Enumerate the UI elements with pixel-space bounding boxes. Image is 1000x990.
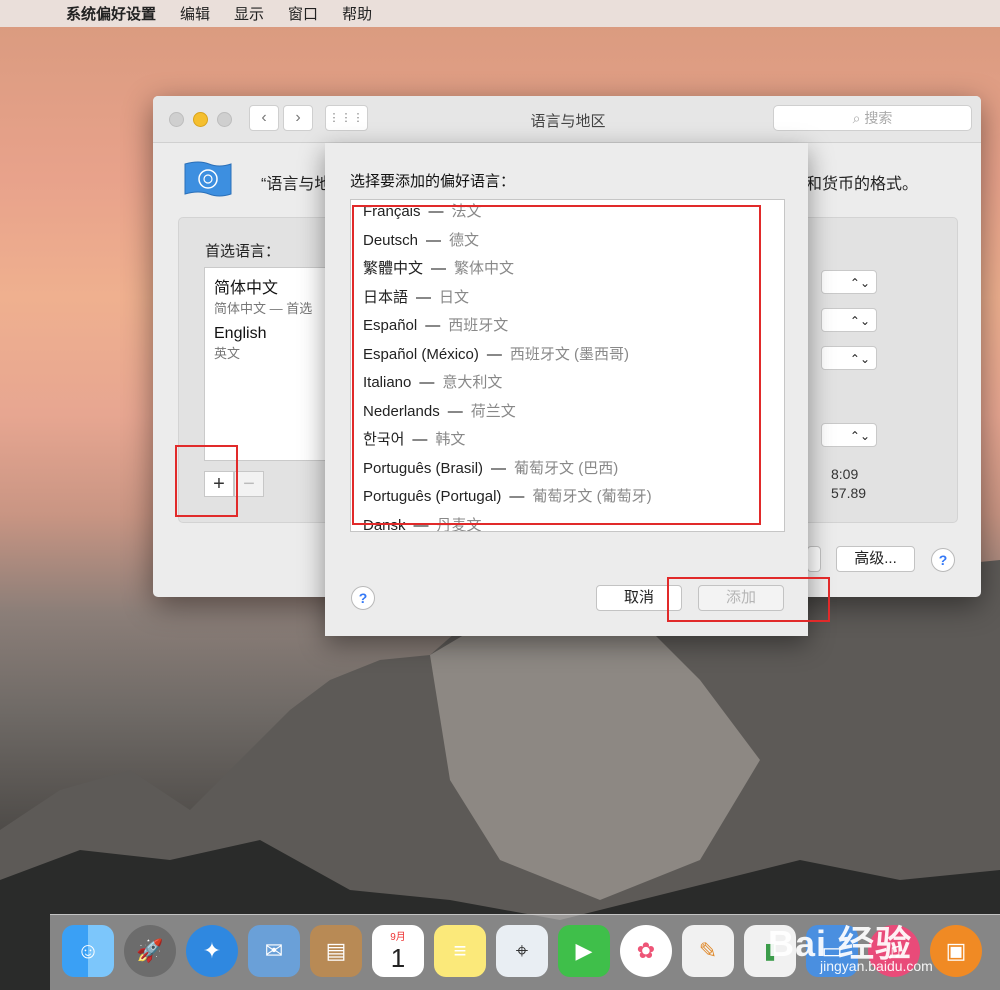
chevron-right-icon: › [295, 109, 301, 126]
description-text-end: 和货币的格式。 [806, 176, 919, 193]
back-button[interactable]: ‹ [249, 105, 279, 131]
close-window-button[interactable] [169, 112, 184, 127]
description-text: “语言与地 [261, 176, 331, 193]
preferred-languages-label: 首选语言： [205, 243, 281, 260]
minimize-window-button[interactable] [193, 112, 208, 127]
menu-app-name[interactable]: 系统偏好设置 [66, 3, 156, 24]
menu-edit[interactable]: 编辑 [180, 3, 210, 24]
grid-icon: ⋮⋮⋮ [328, 112, 365, 124]
forward-button[interactable]: › [283, 105, 313, 131]
menu-bar: 系统偏好设置 编辑 显示 窗口 帮助 [0, 0, 1000, 27]
photos-icon[interactable]: ✿ [620, 925, 672, 977]
show-all-button[interactable]: ⋮⋮⋮ [325, 105, 368, 131]
first-day-popup[interactable]: ⌃⌄ [821, 308, 877, 332]
language-subtitle: 英文 [214, 346, 241, 361]
calendar-icon[interactable]: 9月 1 [372, 925, 424, 977]
title-bar: ‹ › ⋮⋮⋮ 语言与地区 ⌕ 搜索 [153, 96, 981, 143]
time-format-preview: 8:09 [831, 466, 859, 482]
maps-icon[interactable]: ⌖ [496, 925, 548, 977]
language-name: English [214, 325, 267, 342]
contacts-icon[interactable]: ▤ [310, 925, 362, 977]
language-name: 简体中文 [214, 280, 279, 297]
chevron-updown-icon: ⌃⌄ [849, 429, 870, 443]
chevron-updown-icon: ⌃⌄ [849, 352, 870, 366]
remove-language-button[interactable]: − [234, 471, 264, 497]
chevron-updown-icon: ⌃⌄ [849, 314, 870, 328]
calendar-month: 9月 [390, 932, 406, 943]
advanced-button[interactable]: 高级... [836, 546, 915, 572]
partial-button[interactable] [807, 546, 821, 572]
sheet-help-button[interactable]: ? [351, 586, 375, 610]
un-flag-icon [184, 161, 232, 197]
sheet-title: 选择要添加的偏好语言： [350, 173, 516, 190]
watermark-url: jingyan.baidu.com [820, 958, 933, 974]
chevron-left-icon: ‹ [261, 109, 267, 126]
help-button[interactable]: ? [931, 548, 955, 572]
menu-help[interactable]: 帮助 [342, 3, 372, 24]
list-item[interactable]: 简体中文 简体中文 — 首选 [205, 268, 345, 319]
search-icon: ⌕ [852, 110, 861, 126]
list-sort-popup[interactable]: ⌃⌄ [821, 423, 877, 447]
zoom-window-button[interactable] [217, 112, 232, 127]
baidu-watermark: Bai 经验 jingyan.baidu.com [760, 910, 1000, 980]
window-title: 语言与地区 [530, 113, 606, 130]
mail-icon[interactable]: ✉ [248, 925, 300, 977]
calendar-popup[interactable]: ⌃⌄ [821, 346, 877, 370]
highlight-confirm-button [667, 577, 830, 622]
pages-icon[interactable]: ✎ [682, 925, 734, 977]
highlight-language-list [352, 205, 761, 525]
menu-view[interactable]: 显示 [234, 3, 264, 24]
search-field[interactable]: ⌕ 搜索 [773, 105, 972, 131]
list-item[interactable]: English 英文 [205, 319, 345, 364]
launchpad-icon[interactable]: 🚀 [124, 925, 176, 977]
language-subtitle: 简体中文 — 首选 [214, 301, 313, 316]
notes-icon[interactable]: ≡ [434, 925, 486, 977]
search-placeholder: 搜索 [864, 110, 893, 126]
highlight-add-button [175, 445, 238, 517]
menu-window[interactable]: 窗口 [288, 3, 318, 24]
safari-icon[interactable]: ✦ [186, 925, 238, 977]
chevron-updown-icon: ⌃⌄ [849, 276, 870, 290]
facetime-icon[interactable]: ▶ [558, 925, 610, 977]
calendar-day: 1 [390, 943, 406, 973]
region-popup[interactable]: ⌃⌄ [821, 270, 877, 294]
number-format-preview: 57.89 [831, 485, 867, 501]
finder-icon[interactable]: ☺ [62, 925, 114, 977]
